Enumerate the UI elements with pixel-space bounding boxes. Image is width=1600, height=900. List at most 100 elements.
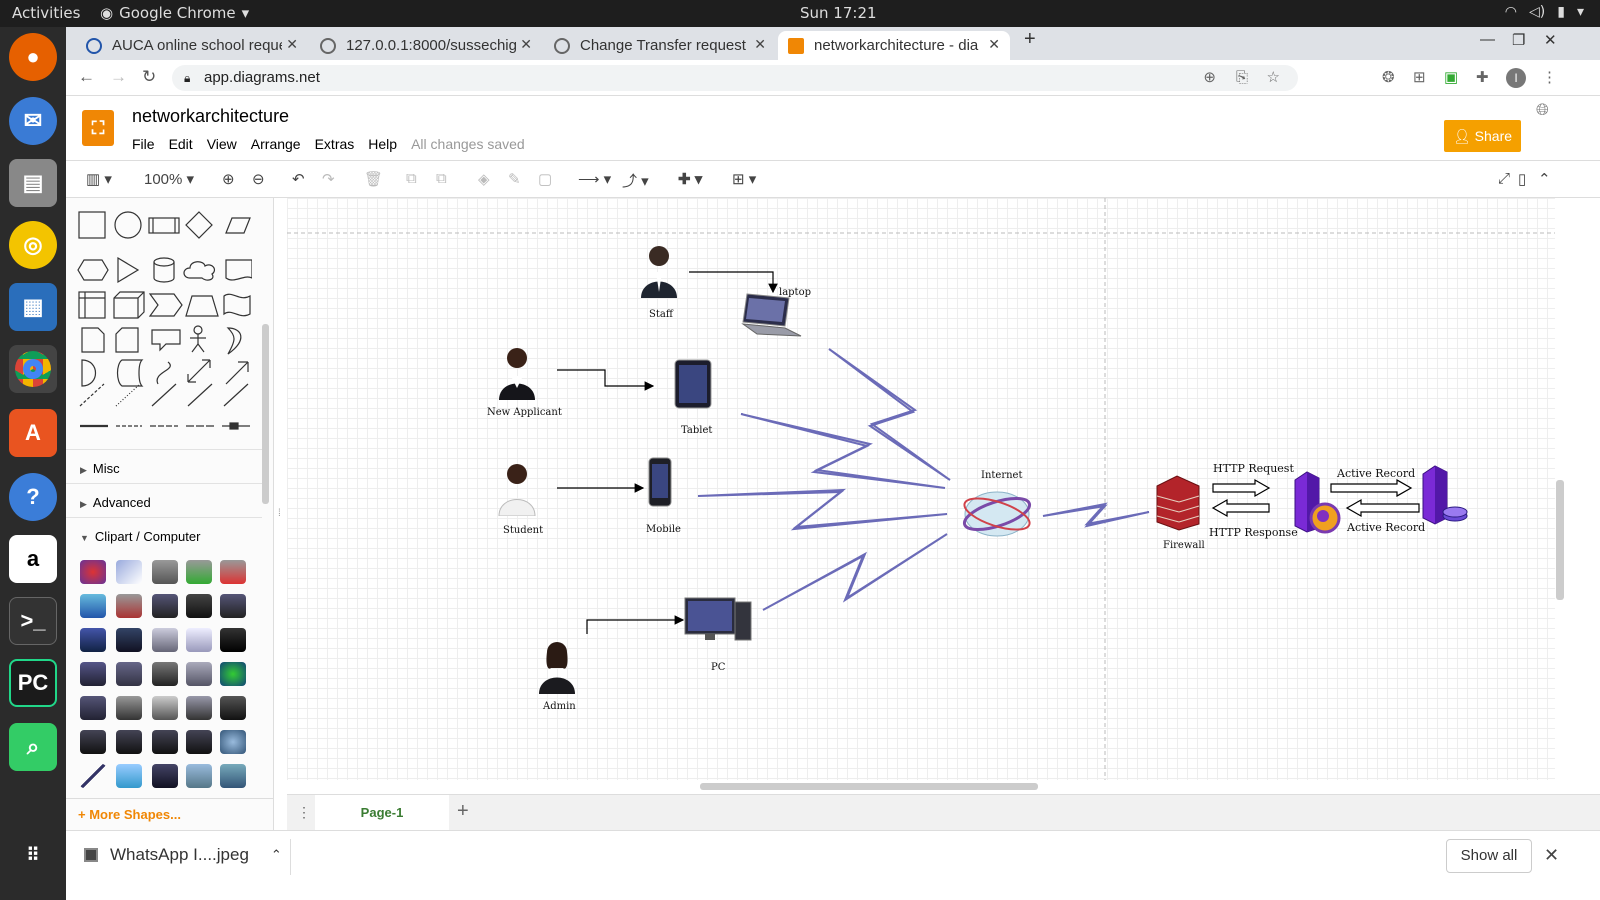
activities-button[interactable]: Activities bbox=[12, 4, 80, 22]
magnifier-icon[interactable] bbox=[116, 560, 142, 584]
database-icon[interactable] bbox=[152, 560, 178, 584]
share-button[interactable]: 👤︎ Share bbox=[1444, 120, 1521, 152]
sidebar-section-misc[interactable]: ▶ Misc bbox=[66, 449, 262, 483]
add-page-button[interactable]: + bbox=[457, 800, 469, 823]
wireless-link-tablet[interactable] bbox=[740, 413, 946, 489]
admin-avatar[interactable] bbox=[537, 638, 577, 694]
close-icon[interactable]: ✕ bbox=[286, 36, 298, 53]
fax-icon[interactable] bbox=[152, 696, 178, 720]
chrome-icon[interactable] bbox=[9, 345, 57, 393]
menu-arrange[interactable]: Arrange bbox=[251, 136, 301, 152]
page-tab-1[interactable]: Page-1 bbox=[315, 795, 449, 831]
app-menu[interactable]: ◉ Google Chrome ▾ bbox=[100, 4, 249, 22]
url-field[interactable]: 🔒︎ app.diagrams.net ⊕ ⎘ ☆ bbox=[172, 65, 1298, 91]
or-shape[interactable] bbox=[226, 327, 242, 355]
profile-avatar[interactable]: I bbox=[1506, 68, 1526, 88]
tab-localhost[interactable]: 127.0.0.1:8000/sussechigh ✕ bbox=[310, 31, 542, 60]
card-shape[interactable] bbox=[115, 327, 139, 353]
active-record-response-arrow[interactable] bbox=[1345, 498, 1420, 518]
step-shape[interactable] bbox=[148, 293, 183, 317]
laptop-2-icon[interactable] bbox=[220, 594, 246, 618]
student-avatar[interactable] bbox=[497, 460, 537, 516]
close-window-button[interactable]: ✕ bbox=[1544, 31, 1557, 49]
close-icon[interactable]: ✕ bbox=[520, 36, 532, 53]
terminal-icon[interactable] bbox=[186, 662, 212, 686]
minimize-button[interactable]: — bbox=[1480, 31, 1495, 48]
show-apps-icon[interactable]: ⠿ bbox=[9, 831, 57, 879]
monitor-2-icon[interactable] bbox=[80, 662, 106, 686]
show-all-button[interactable]: Show all bbox=[1446, 839, 1532, 873]
canvas-horizontal-scrollbar[interactable] bbox=[700, 783, 1038, 790]
hexagon-shape[interactable] bbox=[77, 259, 109, 281]
zoom-select[interactable]: 100% ▾ bbox=[144, 170, 194, 188]
mouse-icon[interactable] bbox=[152, 764, 178, 788]
monitor-icon[interactable] bbox=[80, 628, 106, 652]
writer-icon[interactable]: ▦ bbox=[9, 283, 57, 331]
to-front-icon[interactable]: ⧉ bbox=[406, 170, 417, 187]
insert-icon[interactable]: ✚ ▾ bbox=[678, 170, 702, 188]
rectangle-shape[interactable] bbox=[78, 211, 106, 239]
menu-help[interactable]: Help bbox=[368, 136, 397, 152]
firefox-icon[interactable]: ● bbox=[9, 33, 57, 81]
tab-auca[interactable]: AUCA online school reque ✕ bbox=[76, 31, 308, 60]
image-viewer-icon[interactable]: ⌕ bbox=[9, 723, 57, 771]
server-3-icon[interactable] bbox=[152, 730, 178, 754]
laptop-3-icon[interactable] bbox=[152, 628, 178, 652]
router-icon[interactable] bbox=[220, 696, 246, 720]
trapezoid-shape[interactable] bbox=[185, 295, 219, 317]
help-icon[interactable]: ? bbox=[9, 473, 57, 521]
waypoints-icon[interactable]: ⤴ ▾ bbox=[622, 170, 649, 191]
pen-icon[interactable] bbox=[80, 764, 106, 788]
clock[interactable]: Sun 17:21 bbox=[800, 4, 877, 22]
menu-view[interactable]: View bbox=[207, 136, 237, 152]
redo-icon[interactable]: ↷ bbox=[322, 170, 335, 188]
cylinder-shape[interactable] bbox=[153, 257, 175, 283]
database-blue-icon[interactable] bbox=[80, 594, 106, 618]
edge-staff-laptop[interactable] bbox=[689, 271, 778, 294]
tablet-icon[interactable] bbox=[116, 628, 142, 652]
computer-network-icon[interactable] bbox=[80, 696, 106, 720]
new-applicant-avatar[interactable] bbox=[497, 344, 537, 400]
language-icon[interactable]: 🌐︎ bbox=[1536, 102, 1549, 120]
mobile-node[interactable] bbox=[647, 456, 675, 510]
forward-button[interactable]: → bbox=[110, 67, 127, 87]
to-back-icon[interactable]: ⧉ bbox=[436, 170, 447, 187]
dashed-line-shape[interactable] bbox=[79, 383, 105, 407]
menu-edit[interactable]: Edit bbox=[169, 136, 193, 152]
puzzle-icon[interactable]: ✚ bbox=[1476, 68, 1489, 86]
diagram-canvas[interactable]: Staff laptop New Applicant Tablet Studen… bbox=[287, 198, 1555, 780]
document-shape[interactable] bbox=[225, 259, 252, 281]
database-add-icon[interactable] bbox=[186, 560, 212, 584]
edge-applicant-tablet[interactable] bbox=[557, 369, 655, 391]
kebab-menu-icon[interactable]: ⋮ bbox=[1542, 68, 1557, 86]
extension-icon[interactable]: ▣ bbox=[1444, 68, 1458, 86]
tab-change-transfer[interactable]: Change Transfer request ✕ bbox=[544, 31, 776, 60]
menu-extras[interactable]: Extras bbox=[315, 136, 355, 152]
globe-icon[interactable] bbox=[220, 662, 246, 686]
extension-icon[interactable]: ❂ bbox=[1382, 68, 1395, 86]
star-icon[interactable]: ☆ bbox=[1267, 65, 1280, 91]
line-shape[interactable] bbox=[151, 383, 177, 407]
phone-icon[interactable] bbox=[220, 628, 246, 652]
shadow-icon[interactable]: ▢ bbox=[538, 170, 552, 188]
zoom-out-icon[interactable]: ⊖ bbox=[252, 170, 265, 188]
database-server-node[interactable] bbox=[1417, 462, 1469, 528]
wireless-link-laptop[interactable] bbox=[828, 348, 951, 481]
pc-node[interactable] bbox=[683, 596, 755, 644]
zoom-in-icon[interactable]: ⊕ bbox=[222, 170, 235, 188]
rhythmbox-icon[interactable]: ◎ bbox=[9, 221, 57, 269]
actor-shape[interactable] bbox=[190, 325, 206, 353]
cloud-shape[interactable] bbox=[183, 261, 216, 281]
and-shape[interactable] bbox=[81, 359, 97, 387]
table-icon[interactable]: ⊞ ▾ bbox=[732, 170, 756, 188]
diamond-shape[interactable] bbox=[185, 211, 213, 239]
more-shapes-button[interactable]: + More Shapes... bbox=[66, 798, 273, 830]
extension-icon[interactable]: ⊞ bbox=[1413, 68, 1426, 86]
server-4-icon[interactable] bbox=[186, 730, 212, 754]
bidirectional-connector-shape[interactable] bbox=[187, 383, 213, 407]
wireless-link-mobile[interactable] bbox=[697, 488, 948, 531]
restore-button[interactable]: ❐ bbox=[1512, 31, 1525, 49]
laptop-white-icon[interactable] bbox=[186, 628, 212, 652]
line-color-icon[interactable]: ✎ bbox=[508, 170, 521, 188]
tape-shape[interactable] bbox=[223, 293, 251, 317]
